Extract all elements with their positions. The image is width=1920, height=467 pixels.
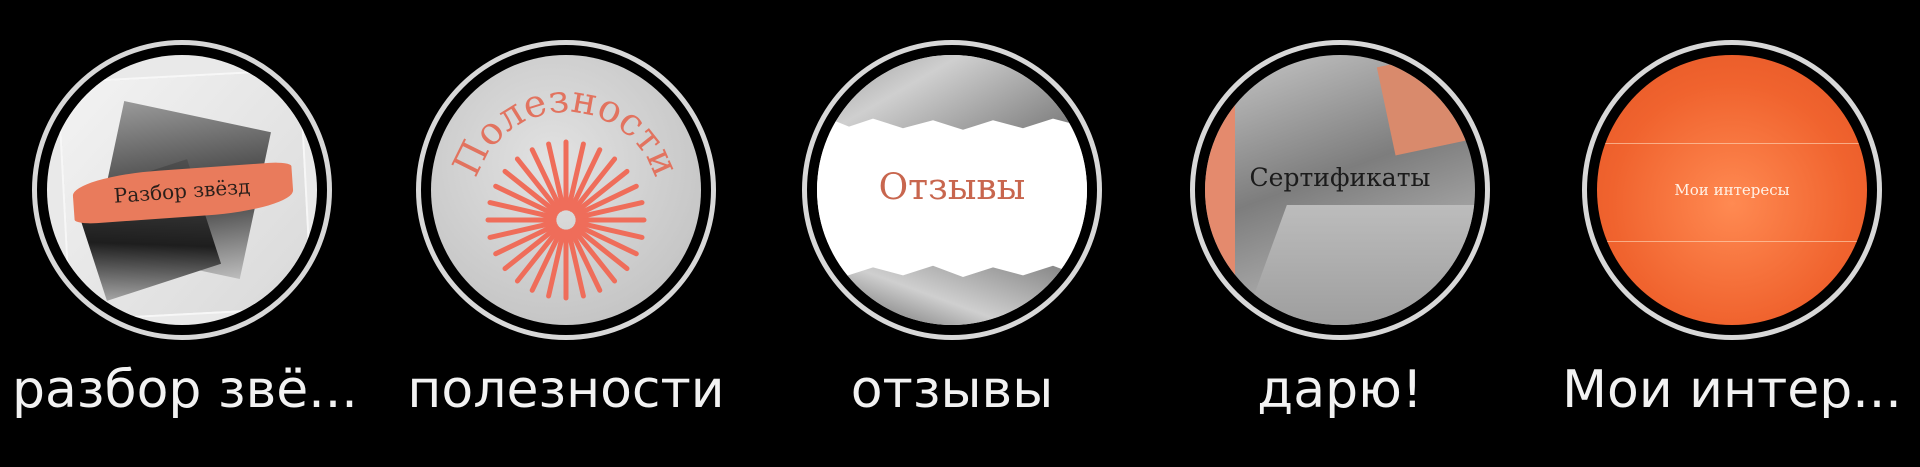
highlight-label: полезности [407,360,725,420]
highlight-moi-interesy[interactable]: Мои интересы Мои интер... [1562,40,1902,440]
highlight-razbor-zvezd[interactable]: Разбор звёзд разбор звё... [12,40,358,440]
story-highlights-strip: Разбор звёзд разбор звё... Полезности по… [0,0,1920,467]
sunburst-icon: Полезности [444,77,688,301]
highlight-label: разбор звё... [12,360,358,420]
highlight-cover: Полезности [431,55,701,325]
highlight-cover: Сертификаты [1205,55,1475,325]
highlight-cover: Мои интересы [1597,55,1867,325]
highlight-cover: Отзывы [817,55,1087,325]
laptop-photo [1243,205,1475,325]
highlight-daryu[interactable]: Сертификаты дарю! [1190,40,1490,440]
divider-line [1597,241,1867,242]
cover-photo-bottom [817,265,1087,325]
divider-line [1597,143,1867,144]
cover-accent [1205,95,1235,295]
highlight-otzyvy[interactable]: Отзывы отзывы [802,40,1102,440]
cover-accent [1376,55,1475,156]
highlight-label: отзывы [850,360,1054,420]
highlight-label: дарю! [1257,360,1423,420]
cover-title: Отзывы [878,167,1026,208]
highlight-label: Мои интер... [1562,360,1902,420]
highlight-poleznosti[interactable]: Полезности полезности [407,40,725,440]
cover-title: Сертификаты [1249,163,1431,192]
cover-title: Мои интересы [1674,181,1790,199]
highlight-cover: Разбор звёзд [47,55,317,325]
